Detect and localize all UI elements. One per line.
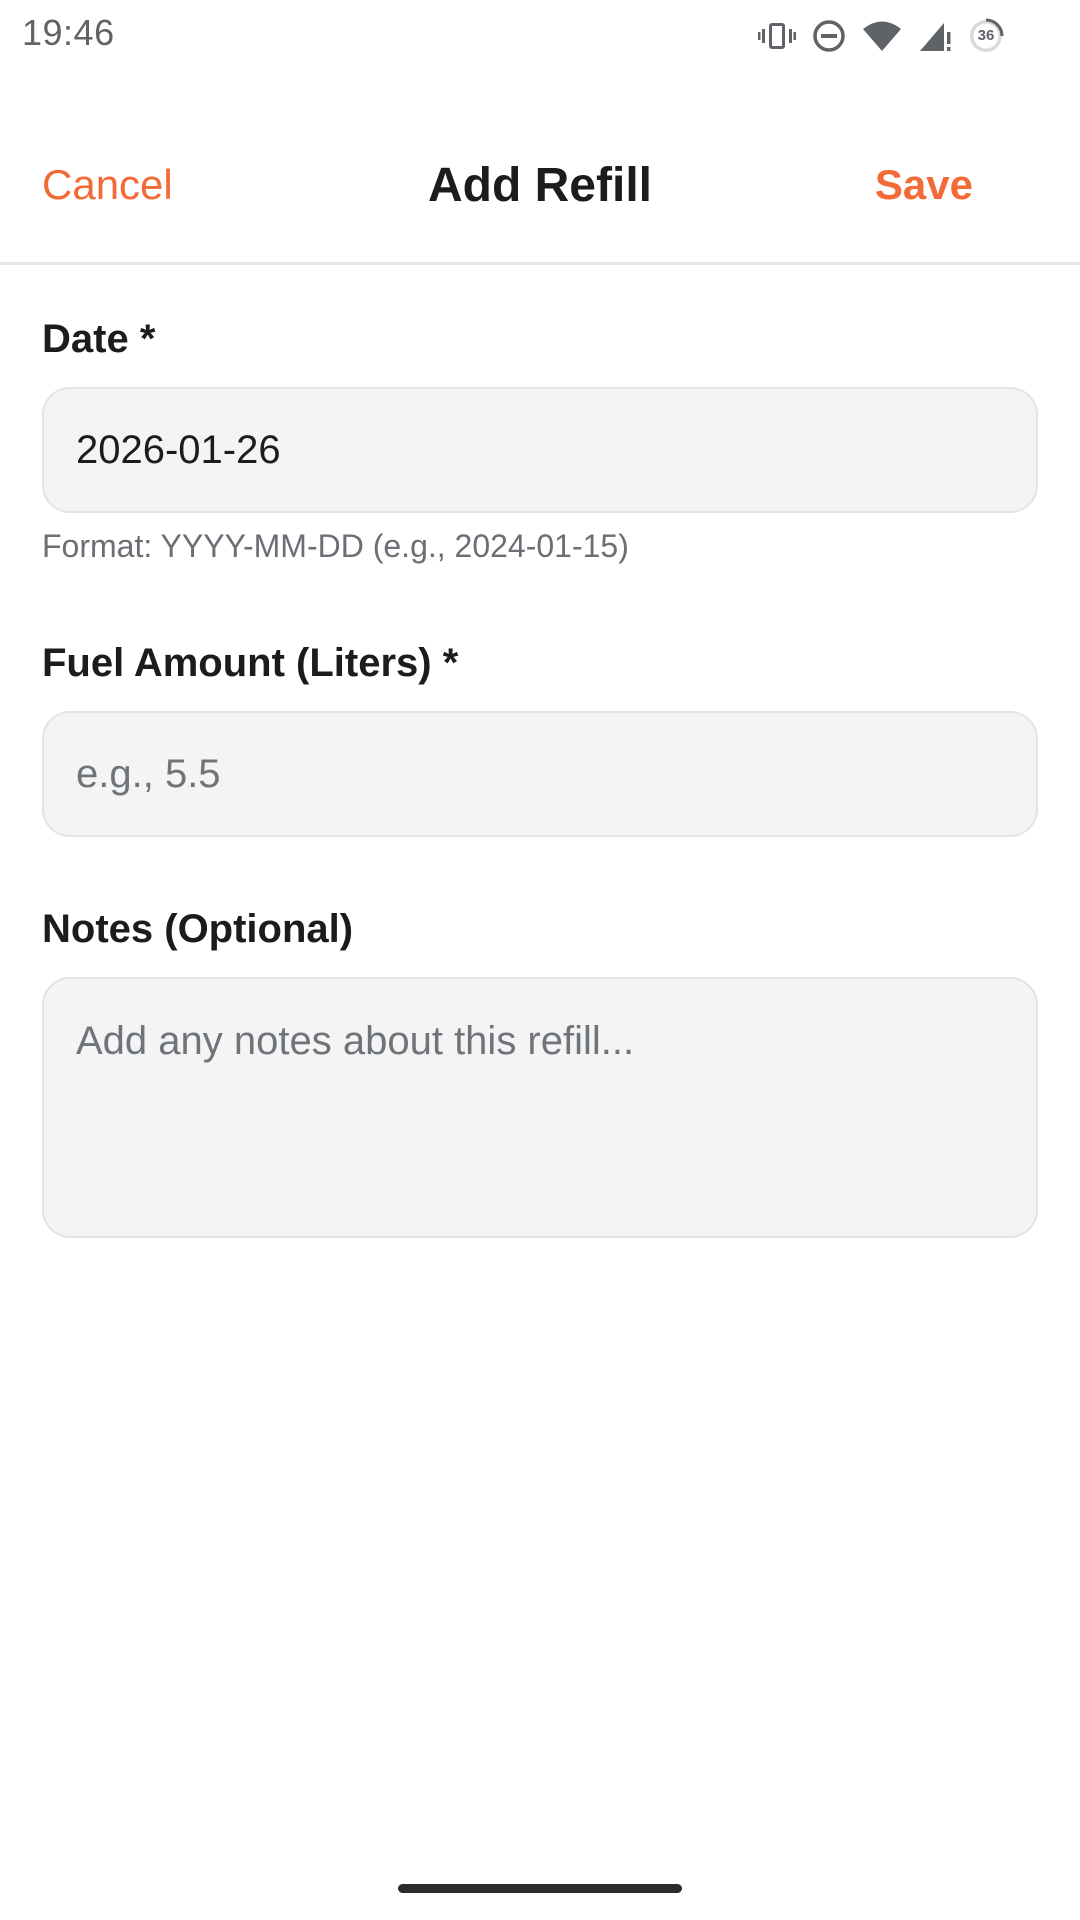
fuel-amount-field[interactable] (42, 711, 1038, 837)
vibrate-icon (758, 20, 796, 52)
top-app-bar: Cancel Add Refill Save (0, 72, 1080, 265)
date-label: Date * (42, 317, 156, 361)
status-bar: 19:46 36 (0, 0, 1080, 72)
home-indicator[interactable] (398, 1884, 682, 1893)
fuel-amount-input[interactable] (76, 713, 1006, 835)
status-time: 19:46 (22, 12, 115, 53)
cell-signal-icon (918, 20, 952, 52)
wifi-icon (862, 20, 902, 52)
save-button[interactable]: Save (875, 164, 973, 206)
date-helper-text: Format: YYYY-MM-DD (e.g., 2024-01-15) (42, 528, 629, 564)
status-icons: 36 (758, 14, 1004, 58)
do-not-disturb-icon (812, 19, 846, 53)
notes-label: Notes (Optional) (42, 907, 354, 951)
notes-field[interactable] (42, 977, 1038, 1238)
notes-textarea[interactable] (76, 1017, 1006, 1217)
battery-icon: 36 (968, 18, 1004, 54)
battery-level: 36 (977, 27, 995, 44)
fuel-amount-label: Fuel Amount (Liters) * (42, 641, 459, 685)
date-input[interactable] (76, 389, 1006, 511)
date-field[interactable] (42, 387, 1038, 513)
cancel-button[interactable]: Cancel (42, 164, 173, 206)
